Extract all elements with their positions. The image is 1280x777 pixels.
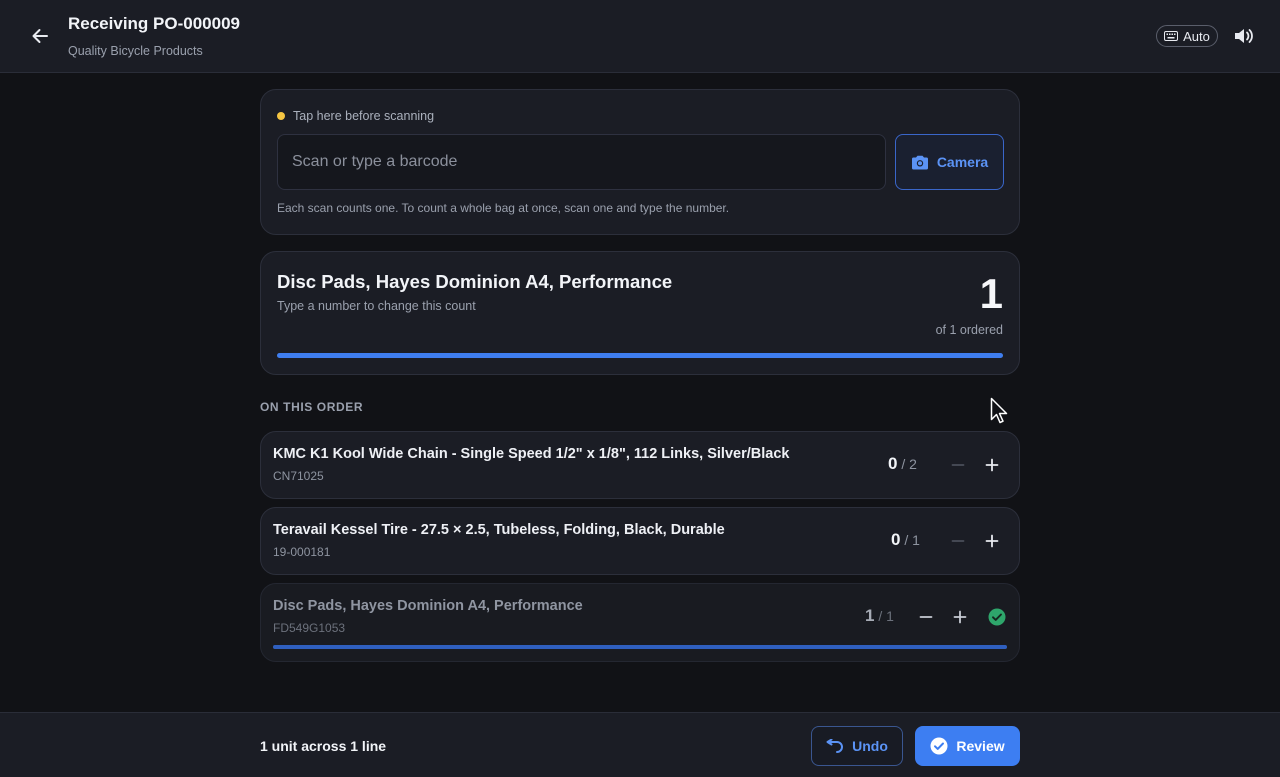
line-item-progress-fill: [273, 645, 1007, 649]
check-circle-icon: [988, 608, 1006, 626]
auto-mode-toggle[interactable]: Auto: [1156, 25, 1218, 47]
undo-button[interactable]: Undo: [811, 726, 903, 766]
check-circle-icon: [930, 737, 948, 755]
line-item-name: Disc Pads, Hayes Dominion A4, Performanc…: [273, 598, 583, 614]
barcode-input[interactable]: [277, 134, 886, 190]
section-label: ON THIS ORDER: [260, 400, 364, 414]
line-item-progress: [273, 645, 1007, 649]
received-count: 0: [888, 454, 898, 473]
current-item-progress: [277, 353, 1003, 358]
scan-note: Each scan counts one. To count a whole b…: [277, 201, 730, 215]
camera-label: Camera: [936, 154, 989, 170]
current-item-ordered: of 1 ordered: [935, 323, 1003, 337]
order-line-complete[interactable]: Disc Pads, Hayes Dominion A4, Performanc…: [260, 583, 1020, 662]
increment-button[interactable]: [946, 603, 974, 631]
scan-hint-text: Tap here before scanning: [293, 109, 435, 123]
line-item-sku: FD549G1053: [273, 621, 346, 635]
order-line[interactable]: KMC K1 Kool Wide Chain - Single Speed 1/…: [260, 431, 1020, 499]
line-item-name: KMC K1 Kool Wide Chain - Single Speed 1/…: [273, 446, 790, 462]
current-item-hint: Type a number to change this count: [277, 299, 476, 313]
current-item-progress-fill: [277, 353, 1003, 358]
camera-icon: [911, 155, 928, 169]
ordered-count: / 1: [904, 532, 920, 548]
sound-toggle-button[interactable]: [1232, 25, 1254, 47]
increment-button[interactable]: [978, 451, 1006, 479]
receiving-summary: 1 unit across 1 line: [260, 738, 387, 754]
footer-bar: 1 unit across 1 line Undo Review: [0, 712, 1280, 777]
line-item-sku: 19-000181: [273, 545, 331, 559]
received-count: 0: [891, 530, 901, 549]
minus-icon: [951, 464, 965, 466]
vendor-name: Quality Bicycle Products: [68, 44, 203, 58]
decrement-button[interactable]: [944, 527, 972, 555]
current-item-name: Disc Pads, Hayes Dominion A4, Performanc…: [277, 271, 673, 292]
scan-panel[interactable]: Tap here before scanning Camera Each sca…: [260, 89, 1020, 235]
line-quantity: 0 / 2: [888, 454, 917, 474]
app-header: Receiving PO-000009 Quality Bicycle Prod…: [0, 0, 1280, 73]
auto-mode-label: Auto: [1183, 28, 1210, 44]
current-item-card[interactable]: Disc Pads, Hayes Dominion A4, Performanc…: [260, 251, 1020, 375]
status-dot: [277, 112, 285, 120]
decrement-button[interactable]: [912, 603, 940, 631]
back-button[interactable]: [26, 22, 54, 50]
page-title: Receiving PO-000009: [68, 14, 240, 33]
line-quantity: 0 / 1: [891, 530, 920, 550]
line-quantity: 1 / 1: [865, 606, 894, 626]
plus-icon: [985, 458, 999, 472]
line-item-name: Teravail Kessel Tire - 27.5 × 2.5, Tubel…: [273, 522, 725, 538]
undo-label: Undo: [852, 738, 888, 754]
ordered-count: / 2: [901, 456, 917, 472]
increment-button[interactable]: [978, 527, 1006, 555]
order-line[interactable]: Teravail Kessel Tire - 27.5 × 2.5, Tubel…: [260, 507, 1020, 575]
arrow-left-icon: [32, 29, 48, 43]
received-count: 1: [865, 606, 875, 625]
plus-icon: [953, 610, 967, 624]
camera-button[interactable]: Camera: [895, 134, 1004, 190]
mouse-cursor-icon: [990, 397, 1008, 424]
minus-icon: [919, 616, 933, 618]
review-button[interactable]: Review: [915, 726, 1020, 766]
scan-hint: Tap here before scanning: [277, 109, 434, 123]
ordered-count: / 1: [878, 608, 894, 624]
decrement-button[interactable]: [944, 451, 972, 479]
plus-icon: [985, 534, 999, 548]
undo-icon: [826, 739, 844, 753]
review-label: Review: [956, 738, 1005, 754]
speaker-icon: [1235, 29, 1253, 43]
minus-icon: [951, 540, 965, 542]
current-item-count[interactable]: 1: [980, 270, 1003, 318]
line-item-sku: CN71025: [273, 469, 324, 483]
keyboard-icon: [1164, 31, 1179, 41]
